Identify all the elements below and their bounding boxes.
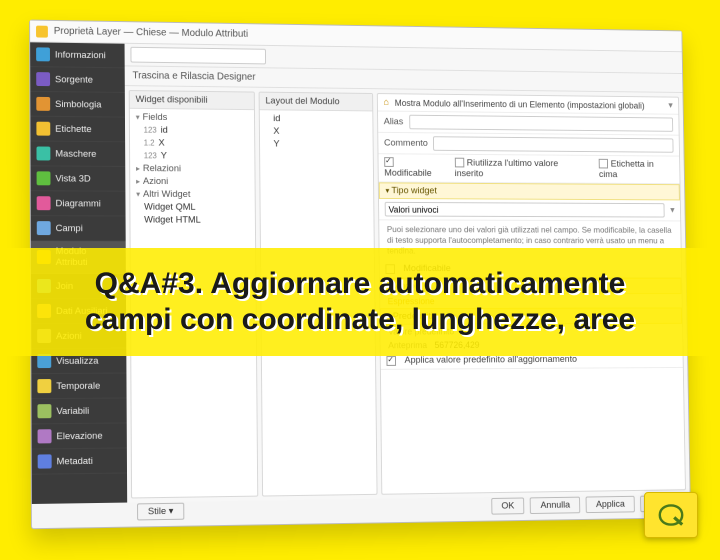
logo-badge: [644, 492, 698, 538]
sidebar-item-campi[interactable]: Campi: [31, 216, 126, 241]
sidebar-item-informazioni[interactable]: Informazioni: [30, 42, 125, 68]
style-button[interactable]: Stile ▾: [137, 503, 184, 521]
chevron-down-icon[interactable]: ▾: [668, 100, 673, 111]
editable-checkbox[interactable]: [384, 158, 394, 168]
app-icon: [36, 25, 48, 37]
alias-input[interactable]: [409, 115, 673, 132]
sidebar-item-elevazione[interactable]: Elevazione: [32, 423, 127, 449]
field-y[interactable]: 123Y: [134, 149, 251, 163]
chevron-down-icon[interactable]: ▾: [670, 205, 675, 216]
sidebar-item-etichette[interactable]: Etichette: [30, 117, 125, 143]
sidebar-item-variabili[interactable]: Variabili: [31, 398, 126, 424]
comment-label: Commento: [384, 138, 428, 149]
other-widget-item[interactable]: Widget HTML: [134, 214, 251, 227]
up-icon: ⌂: [383, 97, 389, 108]
sidebar-icon: [37, 354, 51, 368]
sidebar-item-metadati[interactable]: Metadati: [32, 448, 127, 474]
layout-item[interactable]: Y: [264, 138, 369, 152]
sidebar-icon: [36, 47, 50, 61]
sidebar-item-temporale[interactable]: Temporale: [31, 374, 126, 400]
relations-group[interactable]: Relazioni: [134, 162, 251, 176]
cancel-button[interactable]: Annulla: [530, 497, 580, 514]
layout-item[interactable]: X: [264, 125, 369, 139]
sidebar-item-vista-3d[interactable]: Vista 3D: [31, 166, 126, 191]
search-input[interactable]: [130, 47, 266, 65]
sidebar-icon: [36, 122, 50, 136]
field-id[interactable]: 123id: [134, 124, 251, 138]
field-x[interactable]: 1.2X: [134, 136, 251, 150]
show-module-label: Mostra Modulo all'Inserimento di un Elem…: [395, 98, 645, 110]
widget-type-section[interactable]: Tipo widget: [379, 182, 680, 200]
sidebar-item-diagrammi[interactable]: Diagrammi: [31, 191, 126, 216]
available-widgets-header: Widget disponibili: [130, 91, 254, 110]
other-widgets-group[interactable]: Altri Widget: [134, 188, 251, 201]
sidebar-icon: [37, 404, 51, 418]
overlay-line2: campi con coordinate, lunghezze, aree: [85, 302, 635, 338]
sidebar-item-maschere[interactable]: Maschere: [31, 141, 126, 167]
sidebar-icon: [36, 97, 50, 111]
layout-tree[interactable]: idXY: [260, 110, 373, 153]
sidebar-icon: [36, 146, 50, 160]
sidebar-icon: [38, 454, 52, 468]
sidebar-icon: [36, 72, 50, 86]
sidebar-item-sorgente[interactable]: Sorgente: [30, 67, 125, 93]
sidebar-icon: [37, 221, 51, 235]
widgets-tree[interactable]: Fields 123id1.2X123Y Relazioni Azioni Al…: [130, 109, 255, 229]
actions-group[interactable]: Azioni: [134, 175, 251, 189]
ok-button[interactable]: OK: [491, 497, 525, 514]
layout-item[interactable]: id: [264, 112, 369, 126]
widget-type-combo[interactable]: [385, 202, 665, 218]
sidebar-icon: [37, 379, 51, 393]
window-title: Proprietà Layer — Chiese — Modulo Attrib…: [54, 20, 248, 45]
qgis-logo-icon: [655, 502, 687, 528]
sidebar-icon: [38, 429, 52, 443]
comment-input[interactable]: [433, 136, 673, 152]
sidebar-icon: [37, 171, 51, 185]
fields-group[interactable]: Fields: [134, 111, 251, 125]
form-layout-header: Layout del Modulo: [260, 93, 373, 112]
other-widget-item[interactable]: Widget QML: [134, 201, 251, 214]
apply-default-checkbox[interactable]: [386, 356, 396, 366]
alias-label: Alias: [384, 116, 404, 127]
apply-button[interactable]: Applica: [586, 496, 635, 513]
reuse-checkbox[interactable]: [454, 158, 463, 168]
title-overlay: Q&A#3. Aggiornare automaticamente campi …: [0, 248, 720, 356]
label-top-checkbox[interactable]: [599, 159, 608, 169]
sidebar-icon: [37, 196, 51, 210]
overlay-line1: Q&A#3. Aggiornare automaticamente: [95, 266, 626, 302]
sidebar-item-simbologia[interactable]: Simbologia: [30, 92, 125, 118]
